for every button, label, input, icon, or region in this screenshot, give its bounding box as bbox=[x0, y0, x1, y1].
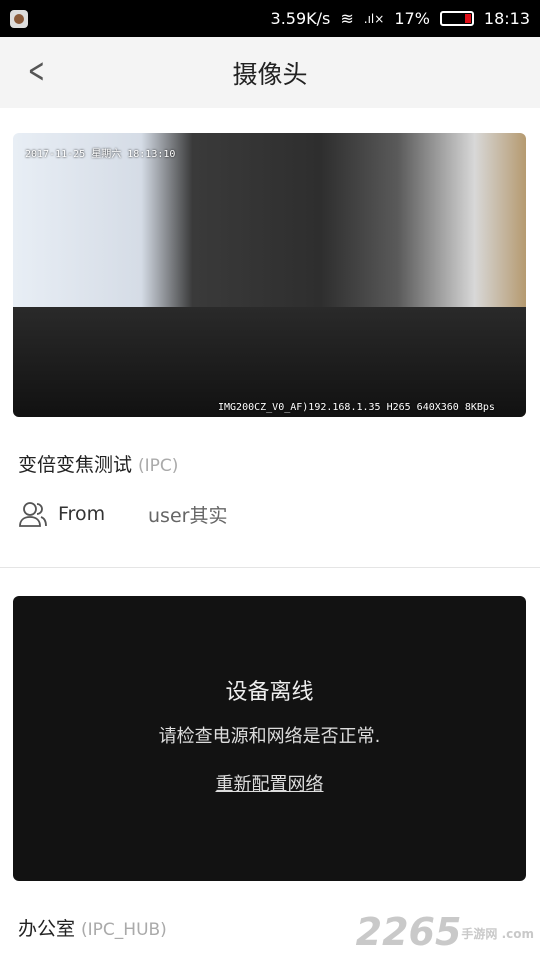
back-button[interactable]: < bbox=[28, 53, 45, 89]
battery-percent: 17% bbox=[394, 9, 430, 28]
page-title: 摄像头 bbox=[232, 59, 308, 89]
wifi-icon: ≋ bbox=[340, 9, 354, 28]
camera-preview[interactable]: 2017-11-25 星期六 18:13:10 IMG200CZ_V0_AF)1… bbox=[13, 133, 526, 417]
divider bbox=[0, 567, 540, 568]
from-row: From user其实 bbox=[18, 500, 227, 528]
camera-name[interactable]: 变倍变焦测试 (IPC) bbox=[18, 450, 178, 477]
reconfigure-network-link[interactable]: 重新配置网络 bbox=[216, 770, 324, 796]
app-notification-icon bbox=[10, 9, 28, 28]
camera-scene bbox=[13, 307, 526, 417]
device-name: 变倍变焦测试 bbox=[18, 454, 133, 476]
osd-timestamp: 2017-11-25 星期六 18:13:10 bbox=[25, 149, 176, 160]
offline-subtitle: 请检查电源和网络是否正常. bbox=[158, 726, 381, 747]
from-label: From bbox=[58, 503, 106, 525]
users-icon bbox=[19, 502, 47, 527]
from-value: user其实 bbox=[148, 504, 228, 527]
offline-title: 设备离线 bbox=[225, 680, 314, 705]
clock: 18:13 bbox=[483, 9, 530, 28]
signal-icon: .ıl× bbox=[363, 11, 385, 26]
watermark-logo: 2265手游网 .com bbox=[355, 910, 534, 954]
header: < 摄像头 bbox=[0, 37, 540, 108]
device-name: 办公室 bbox=[18, 918, 76, 940]
net-speed: 3.59K/s bbox=[270, 9, 331, 28]
device2-name[interactable]: 办公室 (IPC_HUB) bbox=[18, 914, 167, 941]
status-bar: 3.59K/s ≋ .ıl× 17% 18:13 bbox=[0, 0, 540, 37]
osd-info: IMG200CZ_V0_AF)192.168.1.35 H265 640X360… bbox=[218, 402, 495, 413]
offline-card: 设备离线 请检查电源和网络是否正常. 重新配置网络 bbox=[13, 596, 526, 881]
device-type: (IPC) bbox=[138, 456, 179, 476]
device-type: (IPC_HUB) bbox=[81, 920, 167, 940]
battery-icon bbox=[439, 11, 474, 26]
